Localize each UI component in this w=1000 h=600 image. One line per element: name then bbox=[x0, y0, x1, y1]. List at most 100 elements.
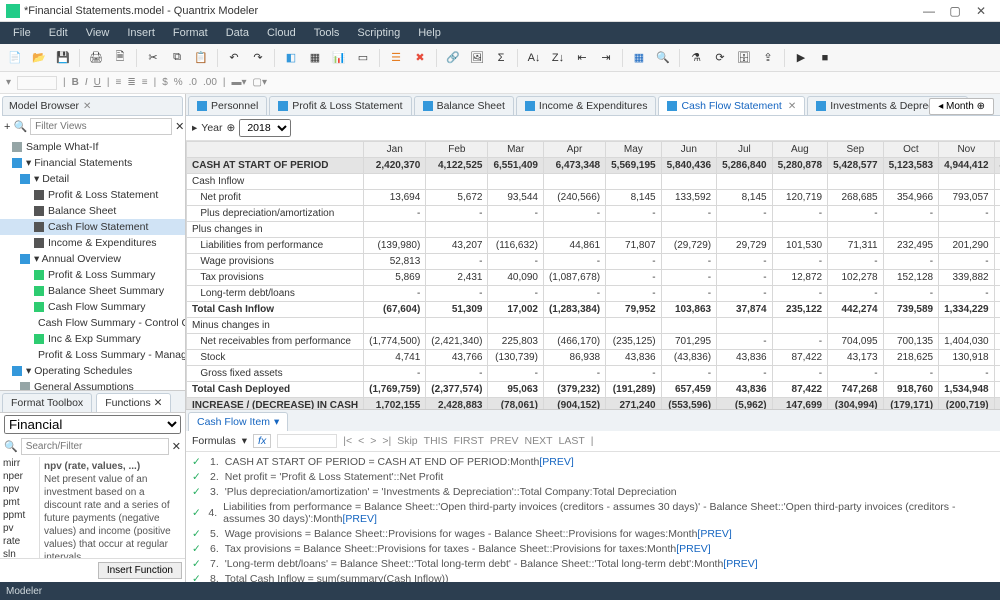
italic-icon[interactable]: I bbox=[85, 77, 88, 88]
formula-row[interactable]: ✓1.CASH AT START OF PERIOD = CASH AT END… bbox=[190, 454, 996, 469]
menu-edit[interactable]: Edit bbox=[40, 27, 77, 39]
cell[interactable]: 1,534,948 bbox=[939, 382, 995, 398]
cell[interactable]: - bbox=[717, 254, 773, 270]
cell[interactable]: - bbox=[939, 366, 995, 382]
cell[interactable]: - bbox=[606, 254, 662, 270]
row-label[interactable]: INCREASE / (DECREASE) IN CASH bbox=[187, 398, 364, 410]
cell[interactable]: - bbox=[488, 206, 544, 222]
cell[interactable]: 1,334,229 bbox=[939, 302, 995, 318]
cell[interactable]: - bbox=[994, 286, 1000, 302]
cell[interactable]: (904,152) bbox=[543, 398, 605, 410]
percent-icon[interactable]: % bbox=[174, 77, 183, 88]
menu-cloud[interactable]: Cloud bbox=[258, 27, 305, 39]
cell[interactable]: - bbox=[426, 286, 488, 302]
cell[interactable]: - bbox=[606, 286, 662, 302]
tab-functions[interactable]: Functions ✕ bbox=[96, 393, 171, 412]
menu-file[interactable]: File bbox=[4, 27, 40, 39]
cell[interactable]: - bbox=[488, 366, 544, 382]
add-icon[interactable]: + bbox=[4, 121, 10, 133]
fn-search[interactable] bbox=[21, 438, 169, 455]
export-icon[interactable]: ⇪ bbox=[757, 47, 779, 69]
fill-icon[interactable]: ▬▾ bbox=[232, 77, 247, 88]
menu-insert[interactable]: Insert bbox=[118, 27, 164, 39]
nav-<[interactable]: < bbox=[358, 435, 364, 447]
tab-balance-sheet[interactable]: Balance Sheet bbox=[414, 96, 514, 115]
cell[interactable]: - bbox=[364, 206, 426, 222]
cell[interactable]: - bbox=[772, 206, 828, 222]
clear-icon[interactable]: ✕ bbox=[175, 120, 184, 133]
undo-icon[interactable]: ↶ bbox=[223, 47, 245, 69]
cell[interactable]: 5,286,840 bbox=[717, 158, 773, 174]
cell[interactable]: 339,882 bbox=[939, 270, 995, 286]
cell[interactable]: 657,459 bbox=[661, 382, 717, 398]
tree-inc-exp-summary[interactable]: Inc & Exp Summary bbox=[0, 331, 185, 347]
cell[interactable]: 93,544 bbox=[488, 190, 544, 206]
insert-function-button[interactable]: Insert Function bbox=[98, 562, 182, 579]
cell[interactable]: 5,280,878 bbox=[772, 158, 828, 174]
nav-FIRST[interactable]: FIRST bbox=[454, 435, 484, 447]
cell[interactable]: - bbox=[661, 254, 717, 270]
col-Nov[interactable]: Nov bbox=[939, 142, 995, 158]
expand-icon[interactable]: ⇥ bbox=[595, 47, 617, 69]
cell[interactable]: - bbox=[994, 206, 1000, 222]
row-label[interactable]: Total Cash Inflow bbox=[187, 302, 364, 318]
cell[interactable]: 271,240 bbox=[606, 398, 662, 410]
cell[interactable]: 700,135 bbox=[883, 334, 939, 350]
col-Aug[interactable]: Aug bbox=[772, 142, 828, 158]
cell[interactable]: - bbox=[661, 270, 717, 286]
cell[interactable]: (1,087,678) bbox=[543, 270, 605, 286]
tree-cash-flow-summary-control-chart[interactable]: Cash Flow Summary - Control Chart bbox=[0, 315, 185, 331]
align-left-icon[interactable]: ≡ bbox=[116, 77, 122, 88]
new-icon[interactable]: 📄 bbox=[4, 47, 26, 69]
cell[interactable]: 1,055,165 bbox=[994, 190, 1000, 206]
formula-input[interactable] bbox=[277, 434, 337, 448]
menu-data[interactable]: Data bbox=[217, 27, 258, 39]
cell[interactable]: (130,739) bbox=[488, 350, 544, 366]
cell[interactable]: 87,422 bbox=[772, 350, 828, 366]
bold-icon[interactable]: B bbox=[72, 77, 79, 88]
cell[interactable]: 43,173 bbox=[828, 350, 884, 366]
row-label[interactable]: Plus changes in bbox=[187, 222, 364, 238]
cell[interactable]: 6,473,348 bbox=[543, 158, 605, 174]
tree-sample-what-if[interactable]: Sample What-If bbox=[0, 139, 185, 155]
row-label[interactable]: Cash Inflow bbox=[187, 174, 364, 190]
filter-input[interactable] bbox=[30, 118, 172, 135]
cell[interactable]: 5,123,583 bbox=[883, 158, 939, 174]
image-icon[interactable]: 🖼 bbox=[466, 47, 488, 69]
tree-profit-loss-statement[interactable]: Profit & Loss Statement bbox=[0, 187, 185, 203]
cell[interactable]: 133,592 bbox=[661, 190, 717, 206]
cell[interactable]: - bbox=[717, 366, 773, 382]
cell[interactable]: - bbox=[772, 334, 828, 350]
nav-THIS[interactable]: THIS bbox=[424, 435, 448, 447]
cell[interactable]: - bbox=[661, 366, 717, 382]
cell[interactable]: 1,047,542 bbox=[994, 302, 1000, 318]
cell[interactable]: - bbox=[364, 286, 426, 302]
cut-icon[interactable]: ✂ bbox=[142, 47, 164, 69]
run-icon[interactable]: ▶ bbox=[790, 47, 812, 69]
cell[interactable]: - bbox=[939, 206, 995, 222]
close-button[interactable]: ✕ bbox=[968, 4, 994, 18]
refresh-icon[interactable]: ⟳ bbox=[709, 47, 731, 69]
cell[interactable]: - bbox=[606, 206, 662, 222]
cell[interactable]: - bbox=[939, 286, 995, 302]
cell[interactable]: 2,420,370 bbox=[364, 158, 426, 174]
tree--detail[interactable]: ▾ Detail bbox=[0, 171, 185, 187]
year-select[interactable]: 2018 bbox=[239, 119, 291, 137]
link-icon[interactable]: 🔗 bbox=[442, 47, 464, 69]
row-label[interactable]: Liabilities from performance bbox=[187, 238, 364, 254]
fx-icon[interactable]: fx bbox=[253, 434, 271, 448]
row-label[interactable]: Minus changes in bbox=[187, 318, 364, 334]
sortasc-icon[interactable]: A↓ bbox=[523, 47, 545, 69]
cell[interactable]: - bbox=[772, 286, 828, 302]
formula-row[interactable]: ✓4.Liabilities from performance = Balanc… bbox=[190, 499, 996, 526]
cell[interactable]: (240,566) bbox=[543, 190, 605, 206]
cell[interactable]: (116,632) bbox=[488, 238, 544, 254]
stop-icon[interactable]: ■ bbox=[814, 47, 836, 69]
cell[interactable]: 43,836 bbox=[717, 350, 773, 366]
col-Apr[interactable]: Apr bbox=[543, 142, 605, 158]
cell[interactable]: 1,702,155 bbox=[364, 398, 426, 410]
menu-help[interactable]: Help bbox=[409, 27, 450, 39]
cell[interactable]: (191,289) bbox=[606, 382, 662, 398]
cell[interactable]: 5,672 bbox=[426, 190, 488, 206]
col-May[interactable]: May bbox=[606, 142, 662, 158]
